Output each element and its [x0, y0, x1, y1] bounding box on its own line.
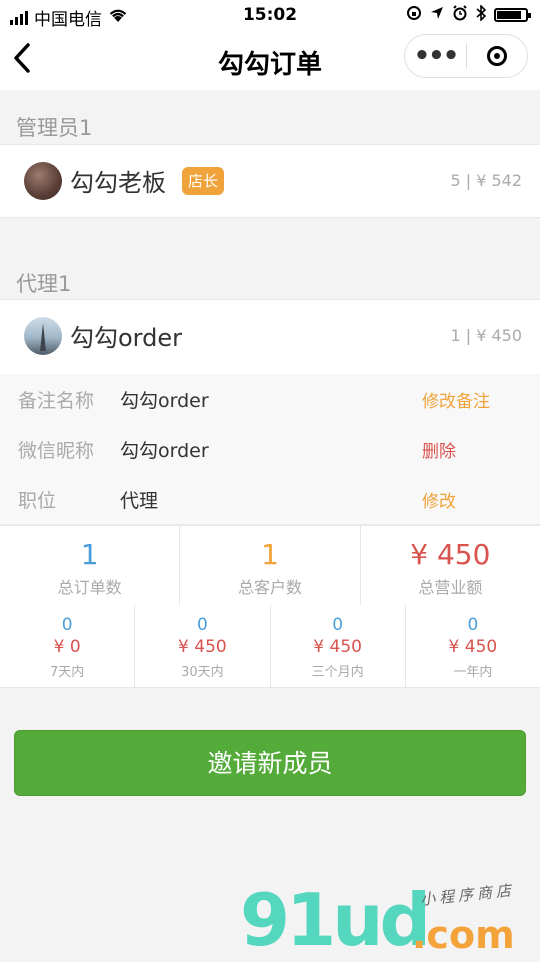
period-count: 0 — [196, 615, 208, 635]
location-icon — [430, 6, 444, 24]
period-stats: 0 ¥ 0 7天内 0 ¥ 450 30天内 0 ¥ 450 三个月内 0 ¥ … — [0, 605, 540, 688]
detail-row-nickname: 微信昵称 勾勾order 删除 — [0, 424, 540, 475]
period-label: 一年内 — [453, 665, 493, 680]
battery-icon — [494, 8, 531, 22]
period-label: 三个月内 — [311, 665, 364, 680]
bluetooth-icon — [476, 4, 487, 25]
detail-row-position: 职位 代理 修改 — [0, 474, 540, 525]
period-label: 7天内 — [49, 665, 85, 680]
target-icon — [486, 46, 507, 66]
rotation-lock-icon — [406, 5, 422, 25]
stat-label: 总订单数 — [57, 578, 122, 597]
period-amount: ¥ 0 — [53, 637, 81, 657]
stat-value: 1 — [261, 538, 279, 571]
member-name: 勾勾老板 — [70, 169, 166, 197]
period-7-days: 0 ¥ 0 7天内 — [0, 605, 136, 687]
avatar — [24, 162, 62, 200]
period-amount: ¥ 450 — [178, 637, 227, 657]
period-3-months: 0 ¥ 450 三个月内 — [271, 605, 406, 687]
avatar — [24, 317, 62, 355]
invite-member-button[interactable]: 邀请新成员 — [14, 730, 526, 796]
period-amount: ¥ 450 — [448, 637, 498, 657]
status-bar: 中国电信 15:02 — [0, 0, 540, 30]
more-button[interactable]: ••• — [405, 43, 466, 69]
period-count: 0 — [61, 615, 73, 635]
period-30-days: 0 ¥ 450 30天内 — [135, 605, 271, 687]
stat-total-customers: 1 总客户数 — [180, 526, 361, 606]
detail-label: 备注名称 — [18, 390, 95, 412]
detail-label: 微信昵称 — [18, 440, 95, 462]
period-1-year: 0 ¥ 450 一年内 — [406, 605, 540, 687]
edit-remark-button[interactable]: 修改备注 — [422, 387, 490, 412]
watermark-sub: .com — [412, 913, 515, 957]
stat-value: ¥ 450 — [410, 538, 491, 571]
stat-total-revenue: ¥ 450 总营业额 — [361, 526, 540, 606]
stat-value: 1 — [80, 538, 99, 571]
edit-position-button[interactable]: 修改 — [422, 487, 456, 512]
section-label-admin: 管理员1 — [16, 116, 93, 140]
member-row-admin[interactable]: 勾勾老板 店长 5 | ¥ 542 — [0, 144, 540, 218]
detail-row-remark: 备注名称 勾勾order 修改备注 — [0, 374, 540, 425]
delete-member-button[interactable]: 删除 — [422, 437, 456, 462]
member-row-agent[interactable]: 勾勾order 1 | ¥ 450 — [0, 299, 540, 375]
detail-value: 勾勾order — [120, 440, 209, 462]
close-miniprogram-button[interactable] — [467, 46, 527, 66]
miniprogram-capsule: ••• — [404, 34, 528, 78]
detail-value: 代理 — [120, 490, 159, 512]
alarm-icon — [452, 5, 468, 25]
status-right — [406, 4, 531, 25]
period-count: 0 — [332, 615, 344, 635]
member-name: 勾勾order — [70, 324, 182, 352]
member-stat: 5 | ¥ 542 — [450, 171, 522, 190]
member-stat: 1 | ¥ 450 — [450, 326, 522, 345]
detail-label: 职位 — [18, 490, 57, 512]
detail-value: 勾勾order — [120, 390, 209, 412]
navigation-bar: 勾勾订单 ••• — [0, 30, 540, 90]
section-label-agent: 代理1 — [16, 272, 72, 296]
watermark-main: 91ud — [240, 878, 431, 962]
stat-label: 总客户数 — [237, 578, 302, 597]
stat-label: 总营业额 — [418, 578, 483, 597]
period-count: 0 — [467, 615, 479, 635]
summary-stats: 1 总订单数 1 总客户数 ¥ 450 总营业额 — [0, 525, 540, 607]
watermark-logo: 91ud .com 小程序商店 — [240, 880, 540, 960]
period-label: 30天内 — [181, 665, 224, 680]
role-badge: 店长 — [182, 167, 225, 195]
stat-total-orders: 1 总订单数 — [0, 526, 181, 606]
watermark-tag: 小程序商店 — [419, 881, 516, 909]
period-amount: ¥ 450 — [313, 637, 362, 657]
